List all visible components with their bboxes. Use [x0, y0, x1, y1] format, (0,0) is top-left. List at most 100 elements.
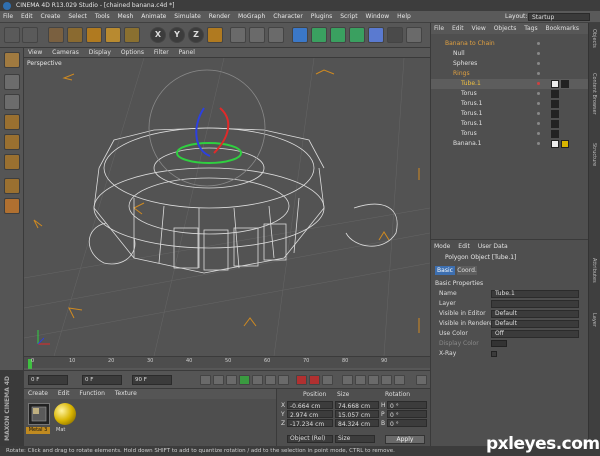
render-settings-icon[interactable]: [268, 27, 284, 43]
z-axis-lock-icon[interactable]: Z: [188, 27, 204, 43]
texture-tag-icon[interactable]: [551, 90, 559, 98]
menu-mograph[interactable]: MoGraph: [235, 11, 268, 23]
spline-icon[interactable]: [311, 27, 327, 43]
previous-key-icon[interactable]: [213, 375, 224, 385]
position-z-field[interactable]: -17.234 cm: [287, 419, 333, 428]
parameter-key-icon[interactable]: [381, 375, 392, 385]
tab-coord[interactable]: Coord.: [457, 266, 477, 275]
layout-select[interactable]: Startup: [528, 13, 590, 21]
visibility-dot-icon[interactable]: [537, 52, 540, 55]
texture-tag-icon[interactable]: [551, 100, 559, 108]
visibility-dot-icon[interactable]: [537, 82, 540, 85]
menu-tools[interactable]: Tools: [92, 11, 113, 23]
menu-create[interactable]: Create: [38, 11, 64, 23]
tab-basic[interactable]: Basic: [435, 266, 455, 275]
visibility-dot-icon[interactable]: [537, 102, 540, 105]
material-tag-icon[interactable]: [561, 140, 569, 148]
visibility-dot-icon[interactable]: [537, 122, 540, 125]
texture-tag-icon[interactable]: [551, 130, 559, 138]
object-menu-view[interactable]: View: [469, 23, 489, 34]
tab-structure[interactable]: Structure: [591, 143, 597, 166]
viewport-menu-options[interactable]: Options: [117, 48, 148, 58]
play-icon[interactable]: [239, 375, 250, 385]
texture-mode-icon[interactable]: [4, 94, 20, 110]
visibility-dot-icon[interactable]: [537, 142, 540, 145]
tree-row-rings[interactable]: Rings: [431, 69, 589, 79]
menu-simulate[interactable]: Simulate: [171, 11, 204, 23]
position-x-field[interactable]: -0.664 cm: [287, 401, 333, 410]
menu-select[interactable]: Select: [65, 11, 90, 23]
material-label-mat[interactable]: Mat: [56, 427, 65, 433]
coordinate-mode-select[interactable]: Object (Rel): [287, 435, 333, 443]
perspective-viewport[interactable]: Perspective: [24, 58, 430, 356]
layer-field[interactable]: [491, 300, 579, 308]
deformer-icon[interactable]: [368, 27, 384, 43]
undo-icon[interactable]: [4, 27, 20, 43]
tree-row-torus-b[interactable]: Torus: [431, 129, 589, 139]
tab-objects[interactable]: Objects: [591, 29, 597, 48]
current-frame-field[interactable]: 0 F: [28, 375, 68, 385]
apply-button[interactable]: Apply: [385, 435, 425, 444]
recent-tool-icon[interactable]: [124, 27, 140, 43]
tree-row-null[interactable]: Null: [431, 49, 589, 59]
tab-attributes[interactable]: Attributes: [591, 258, 597, 283]
visibility-dot-icon[interactable]: [537, 132, 540, 135]
visibility-dot-icon[interactable]: [537, 42, 540, 45]
use-color-select[interactable]: Off: [491, 330, 579, 338]
object-menu-file[interactable]: File: [431, 23, 447, 34]
previous-frame-icon[interactable]: [226, 375, 237, 385]
material-label-metal[interactable]: Metal 3: [26, 427, 50, 434]
y-axis-lock-icon[interactable]: Y: [169, 27, 185, 43]
min-frame-field[interactable]: 0 F: [82, 375, 122, 385]
rotation-p-field[interactable]: 0 °: [387, 410, 427, 419]
tree-row-torus-1b[interactable]: Torus.1: [431, 109, 589, 119]
visible-in-editor-select[interactable]: Default: [491, 310, 579, 318]
next-frame-icon[interactable]: [252, 375, 263, 385]
material-swatch-yellow[interactable]: [54, 403, 76, 425]
array-icon[interactable]: [349, 27, 365, 43]
position-key-icon[interactable]: [342, 375, 353, 385]
rotation-b-field[interactable]: 0 °: [387, 419, 427, 428]
move-tool-icon[interactable]: [67, 27, 83, 43]
viewport-menu-panel[interactable]: Panel: [175, 48, 199, 58]
material-menu-function[interactable]: Function: [75, 389, 109, 399]
rotate-tool-icon[interactable]: [105, 27, 121, 43]
timeline-menu-icon[interactable]: [416, 375, 427, 385]
name-field[interactable]: Tube.1: [491, 290, 579, 298]
record-keys-icon[interactable]: [296, 375, 307, 385]
attribute-menu-user-data[interactable]: User Data: [475, 242, 511, 252]
visibility-dot-icon[interactable]: [537, 62, 540, 65]
object-menu-edit[interactable]: Edit: [449, 23, 467, 34]
size-x-field[interactable]: 74.668 cm: [335, 401, 379, 410]
edges-mode-icon[interactable]: [4, 134, 20, 150]
make-editable-icon[interactable]: [4, 52, 20, 68]
axis-mode-icon[interactable]: [4, 178, 20, 194]
select-arrow-icon[interactable]: [48, 27, 64, 43]
position-y-field[interactable]: 2.974 cm: [287, 410, 333, 419]
max-frame-field[interactable]: 90 F: [132, 375, 172, 385]
cube-primitive-icon[interactable]: [292, 27, 308, 43]
coordinate-system-icon[interactable]: [207, 27, 223, 43]
texture-tag-icon[interactable]: [551, 110, 559, 118]
tab-content-browser[interactable]: Content Browser: [591, 73, 597, 115]
x-ray-checkbox[interactable]: [491, 351, 497, 357]
object-menu-bookmarks[interactable]: Bookmarks: [543, 23, 583, 34]
visibility-dot-icon[interactable]: [537, 92, 540, 95]
tab-layer[interactable]: Layer: [591, 313, 597, 327]
render-picture-viewer-icon[interactable]: [249, 27, 265, 43]
material-menu-edit[interactable]: Edit: [54, 389, 74, 399]
redo-icon[interactable]: [22, 27, 38, 43]
tree-row-tube-selected[interactable]: Tube.1: [431, 79, 589, 89]
polygons-mode-icon[interactable]: [4, 154, 20, 170]
size-z-field[interactable]: 84.324 cm: [335, 419, 379, 428]
render-view-icon[interactable]: [230, 27, 246, 43]
scene-icon[interactable]: [387, 27, 403, 43]
phong-tag-icon[interactable]: [551, 140, 559, 148]
object-menu-objects[interactable]: Objects: [491, 23, 520, 34]
keyframe-selection-icon[interactable]: [322, 375, 333, 385]
snap-icon[interactable]: [4, 198, 20, 214]
tree-row-torus[interactable]: Torus: [431, 89, 589, 99]
object-menu-tags[interactable]: Tags: [521, 23, 540, 34]
material-swatch-metal[interactable]: [28, 403, 50, 425]
nurbs-icon[interactable]: [330, 27, 346, 43]
